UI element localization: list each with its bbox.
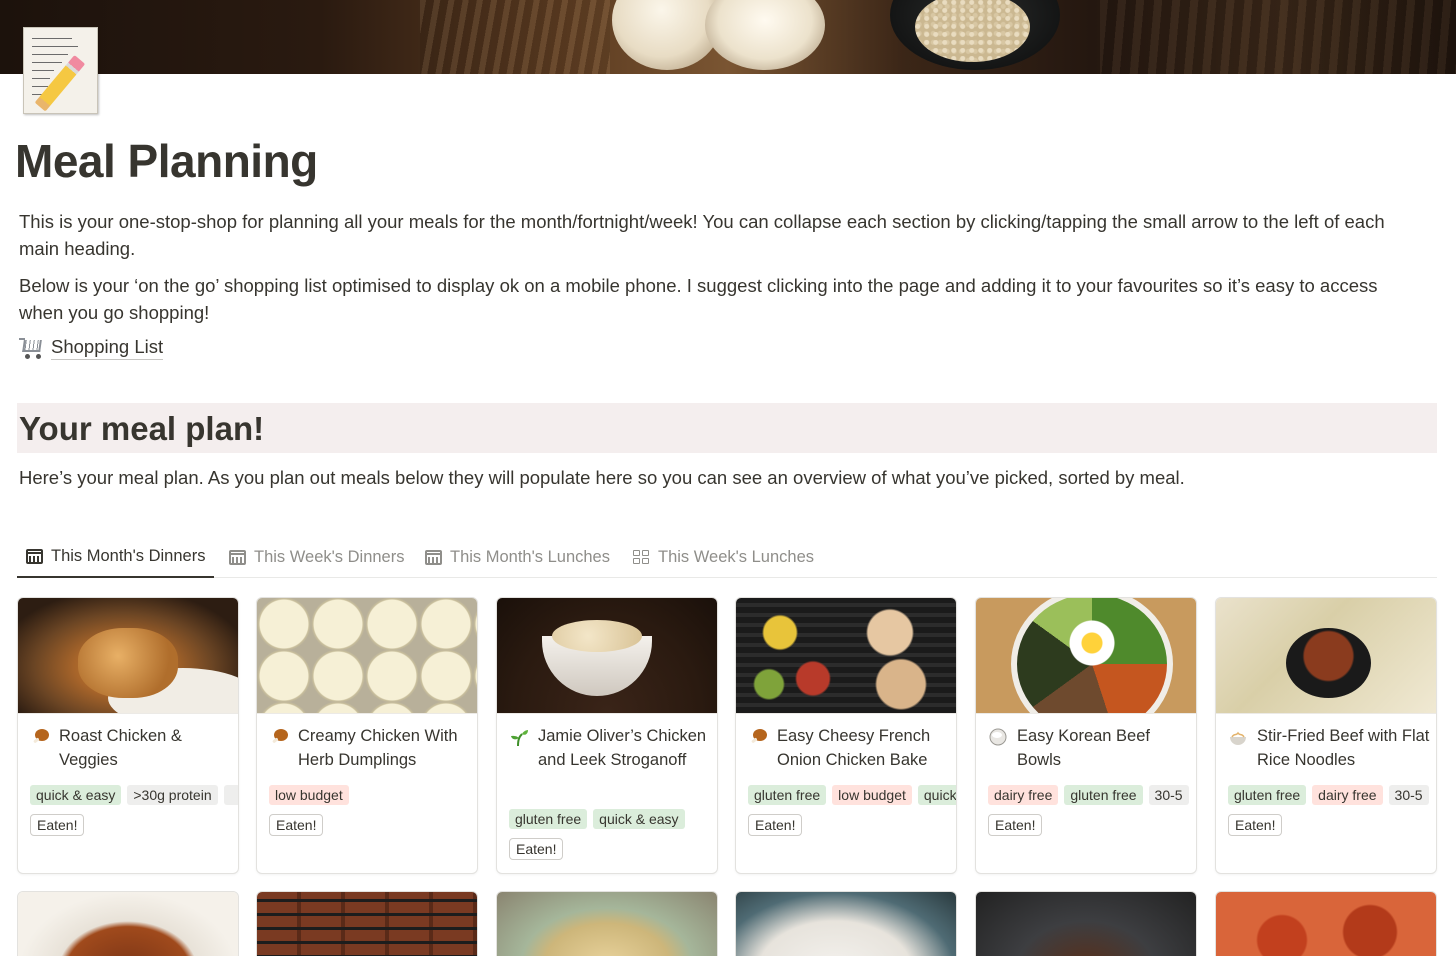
meal-photo [1216, 598, 1436, 714]
noodle-bowl-icon [1230, 731, 1246, 745]
meal-name: Stir-Fried Beef with Flat Rice Noodles [1257, 727, 1430, 769]
tag-list: dairy free gluten free 30-5 [988, 785, 1196, 805]
calendar-icon [26, 548, 43, 564]
meal-card[interactable]: Creamy Chicken With Herb Dumplings low b… [256, 597, 478, 874]
tab-this-months-lunches[interactable]: This Month's Lunches [416, 536, 619, 578]
poultry-leg-icon [751, 729, 767, 743]
meal-photo [18, 892, 238, 956]
eaten-badge: Eaten! [30, 814, 85, 836]
eaten-badge: Eaten! [1228, 814, 1283, 836]
shopping-list-link[interactable]: Shopping List [19, 335, 164, 360]
meal-photo [976, 598, 1196, 714]
shopping-list-label: Shopping List [51, 335, 164, 360]
tag-list: low budget [269, 785, 477, 805]
eaten-badge: Eaten! [269, 814, 324, 836]
tag-list: gluten freelow budgetquick & easy [748, 785, 956, 805]
meal-plan-heading[interactable]: Your meal plan! [19, 410, 264, 448]
tag-list: gluten free dairy free 30-5 [1228, 785, 1436, 805]
calendar-icon [229, 549, 246, 565]
meal-photo [736, 598, 956, 714]
meal-photo [976, 892, 1196, 956]
gallery-icon [633, 549, 650, 565]
meal-card[interactable]: Easy Korean Beef Bowls dairy free gluten … [975, 597, 1197, 874]
page-title: Meal Planning [15, 135, 318, 187]
tag: gluten free [509, 809, 588, 829]
tab-this-months-dinners[interactable]: This Month's Dinners [17, 536, 215, 578]
calendar-icon [425, 549, 442, 565]
tag: quick & easy [593, 809, 685, 829]
meal-card[interactable]: Stir-Fried Beef with Flat Rice Noodles g… [1215, 597, 1437, 874]
meal-card[interactable] [496, 891, 718, 956]
meal-name: Creamy Chicken With Herb Dumplings [298, 727, 458, 769]
tag: 30-5 [1148, 785, 1189, 805]
tab-this-weeks-dinners[interactable]: This Week's Dinners [220, 536, 413, 578]
meal-name: Easy Korean Beef Bowls [1017, 727, 1150, 769]
meal-plan-description: Here’s your meal plan. As you plan out m… [19, 467, 1185, 488]
tag: 30-5 [1388, 785, 1429, 805]
meal-photo [18, 598, 238, 714]
eaten-badge: Eaten! [988, 814, 1043, 836]
meal-name: Roast Chicken & Veggies [59, 727, 182, 769]
meal-card[interactable] [735, 891, 957, 956]
memo-icon[interactable] [23, 27, 98, 114]
tag: gluten free [1064, 785, 1143, 805]
tag: dairy free [988, 785, 1059, 805]
poultry-leg-icon [272, 729, 288, 743]
tag: >30g protein [127, 785, 218, 805]
meal-photo [497, 892, 717, 956]
tag-list: quick & easy >30g protein [30, 785, 238, 805]
meal-photo [257, 892, 477, 956]
tag: gluten free [748, 785, 827, 805]
tag: gluten free [1228, 785, 1307, 805]
tag-list: gluten free quick & easy [509, 809, 717, 829]
meal-card[interactable] [17, 891, 239, 956]
shopping-note-paragraph: Below is your ‘on the go’ shopping list … [19, 275, 1378, 323]
meal-photo [497, 598, 717, 714]
view-tabs: This Month's Dinners This Week's Dinners… [17, 536, 1437, 578]
meal-photo [736, 892, 956, 956]
tab-this-weeks-lunches[interactable]: This Week's Lunches [624, 536, 823, 578]
meal-card[interactable] [1215, 891, 1437, 956]
tag: low budget [269, 785, 349, 805]
seedling-icon [511, 730, 528, 747]
meal-card[interactable] [975, 891, 1197, 956]
tag: quick & easy [30, 785, 122, 805]
shopping-cart-icon [19, 336, 45, 360]
meal-name: Jamie Oliver’s Chicken and Leek Strogano… [538, 727, 707, 769]
poultry-leg-icon [33, 729, 49, 743]
intro-paragraph: This is your one-stop-shop for planning … [19, 211, 1385, 259]
meal-photo [257, 598, 477, 714]
tag [223, 785, 238, 805]
meal-name: Easy Cheesy French Onion Chicken Bake [777, 727, 931, 769]
meal-card[interactable] [256, 891, 478, 956]
meal-card[interactable]: Jamie Oliver’s Chicken and Leek Strogano… [496, 597, 718, 874]
tab-label: This Month's Lunches [450, 547, 610, 566]
rice-bowl-icon [989, 728, 1007, 746]
cover-image [0, 0, 1456, 74]
tag: dairy free [1312, 785, 1383, 805]
tab-label: This Month's Dinners [51, 546, 206, 565]
meal-card[interactable]: Easy Cheesy French Onion Chicken Bake gl… [735, 597, 957, 874]
eaten-badge: Eaten! [509, 838, 564, 860]
tab-label: This Week's Dinners [254, 547, 405, 566]
tag: quick & easy [917, 785, 956, 805]
tab-label: This Week's Lunches [658, 547, 815, 566]
meal-card[interactable]: Roast Chicken & Veggies quick & easy >30g… [17, 597, 239, 874]
eaten-badge: Eaten! [748, 814, 803, 836]
meal-photo [1216, 892, 1436, 956]
tag: low budget [832, 785, 912, 805]
